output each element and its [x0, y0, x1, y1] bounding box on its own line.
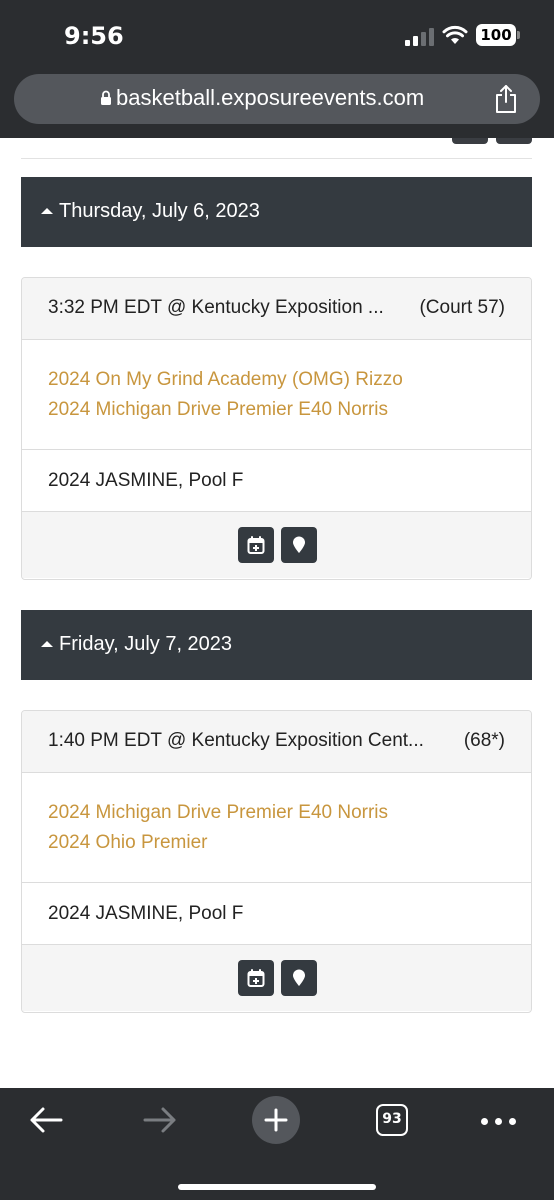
- day-header-thursday[interactable]: Thursday, July 6, 2023: [21, 177, 532, 247]
- map-marker-icon: [293, 969, 305, 986]
- game-card: 3:32 PM EDT @ Kentucky Exposition ... (C…: [21, 277, 532, 580]
- game-time-location: 3:32 PM EDT @ Kentucky Exposition ...: [48, 297, 384, 318]
- calendar-plus-icon: [247, 536, 265, 554]
- back-arrow-icon[interactable]: [28, 1106, 64, 1134]
- battery-nub: [517, 31, 520, 39]
- map-location-button[interactable]: [281, 960, 317, 996]
- add-to-calendar-button[interactable]: [238, 960, 274, 996]
- cellular-signal-icon: [405, 26, 435, 46]
- url-text[interactable]: basketball.exposureevents.com: [116, 85, 424, 111]
- game-court: (68*): [463, 730, 505, 751]
- game-pool: 2024 JASMINE, Pool F: [22, 883, 531, 945]
- team-link[interactable]: 2024 Michigan Drive Premier E40 Norris: [48, 802, 388, 824]
- game-teams: 2024 On My Grind Academy (OMG) Rizzo 202…: [22, 340, 531, 450]
- plus-icon: [264, 1108, 288, 1132]
- game-header: 3:32 PM EDT @ Kentucky Exposition ... (C…: [22, 278, 531, 340]
- game-actions: [22, 512, 531, 578]
- game-header: 1:40 PM EDT @ Kentucky Exposition Cent..…: [22, 711, 531, 773]
- map-marker-icon: [293, 536, 305, 553]
- game-pool: 2024 JASMINE, Pool F: [22, 450, 531, 512]
- status-time: 9:56: [64, 22, 124, 50]
- wifi-icon: [442, 25, 468, 44]
- team-link[interactable]: 2024 Michigan Drive Premier E40 Norris: [48, 399, 388, 421]
- map-location-button[interactable]: [281, 527, 317, 563]
- game-court: (Court 57): [419, 297, 505, 318]
- share-icon[interactable]: [494, 84, 518, 114]
- team-link[interactable]: 2024 On My Grind Academy (OMG) Rizzo: [48, 369, 403, 391]
- more-options-icon[interactable]: [481, 1118, 517, 1125]
- game-card: 1:40 PM EDT @ Kentucky Exposition Cent..…: [21, 710, 532, 1013]
- team-link[interactable]: 2024 Ohio Premier: [48, 832, 207, 854]
- forward-arrow-icon[interactable]: [142, 1106, 178, 1134]
- caret-up-icon: [41, 208, 53, 214]
- caret-up-icon: [41, 641, 53, 647]
- add-to-calendar-button[interactable]: [238, 527, 274, 563]
- day-header-friday[interactable]: Friday, July 7, 2023: [21, 610, 532, 680]
- day-date: Thursday, July 6, 2023: [59, 200, 260, 222]
- lock-icon: [101, 90, 111, 105]
- game-time-location: 1:40 PM EDT @ Kentucky Exposition Cent..…: [48, 730, 424, 751]
- game-teams: 2024 Michigan Drive Premier E40 Norris 2…: [22, 773, 531, 883]
- day-date: Friday, July 7, 2023: [59, 633, 233, 655]
- divider: [21, 158, 532, 159]
- pool-label: 2024 JASMINE, Pool F: [48, 903, 244, 924]
- tabs-button[interactable]: 93: [376, 1104, 408, 1136]
- hidden-button-edge: [496, 138, 532, 144]
- calendar-plus-icon: [247, 969, 265, 987]
- pool-label: 2024 JASMINE, Pool F: [48, 470, 244, 491]
- home-indicator: [178, 1184, 376, 1190]
- hidden-button-edge: [452, 138, 488, 144]
- battery-icon: 100: [476, 24, 516, 46]
- game-actions: [22, 945, 531, 1011]
